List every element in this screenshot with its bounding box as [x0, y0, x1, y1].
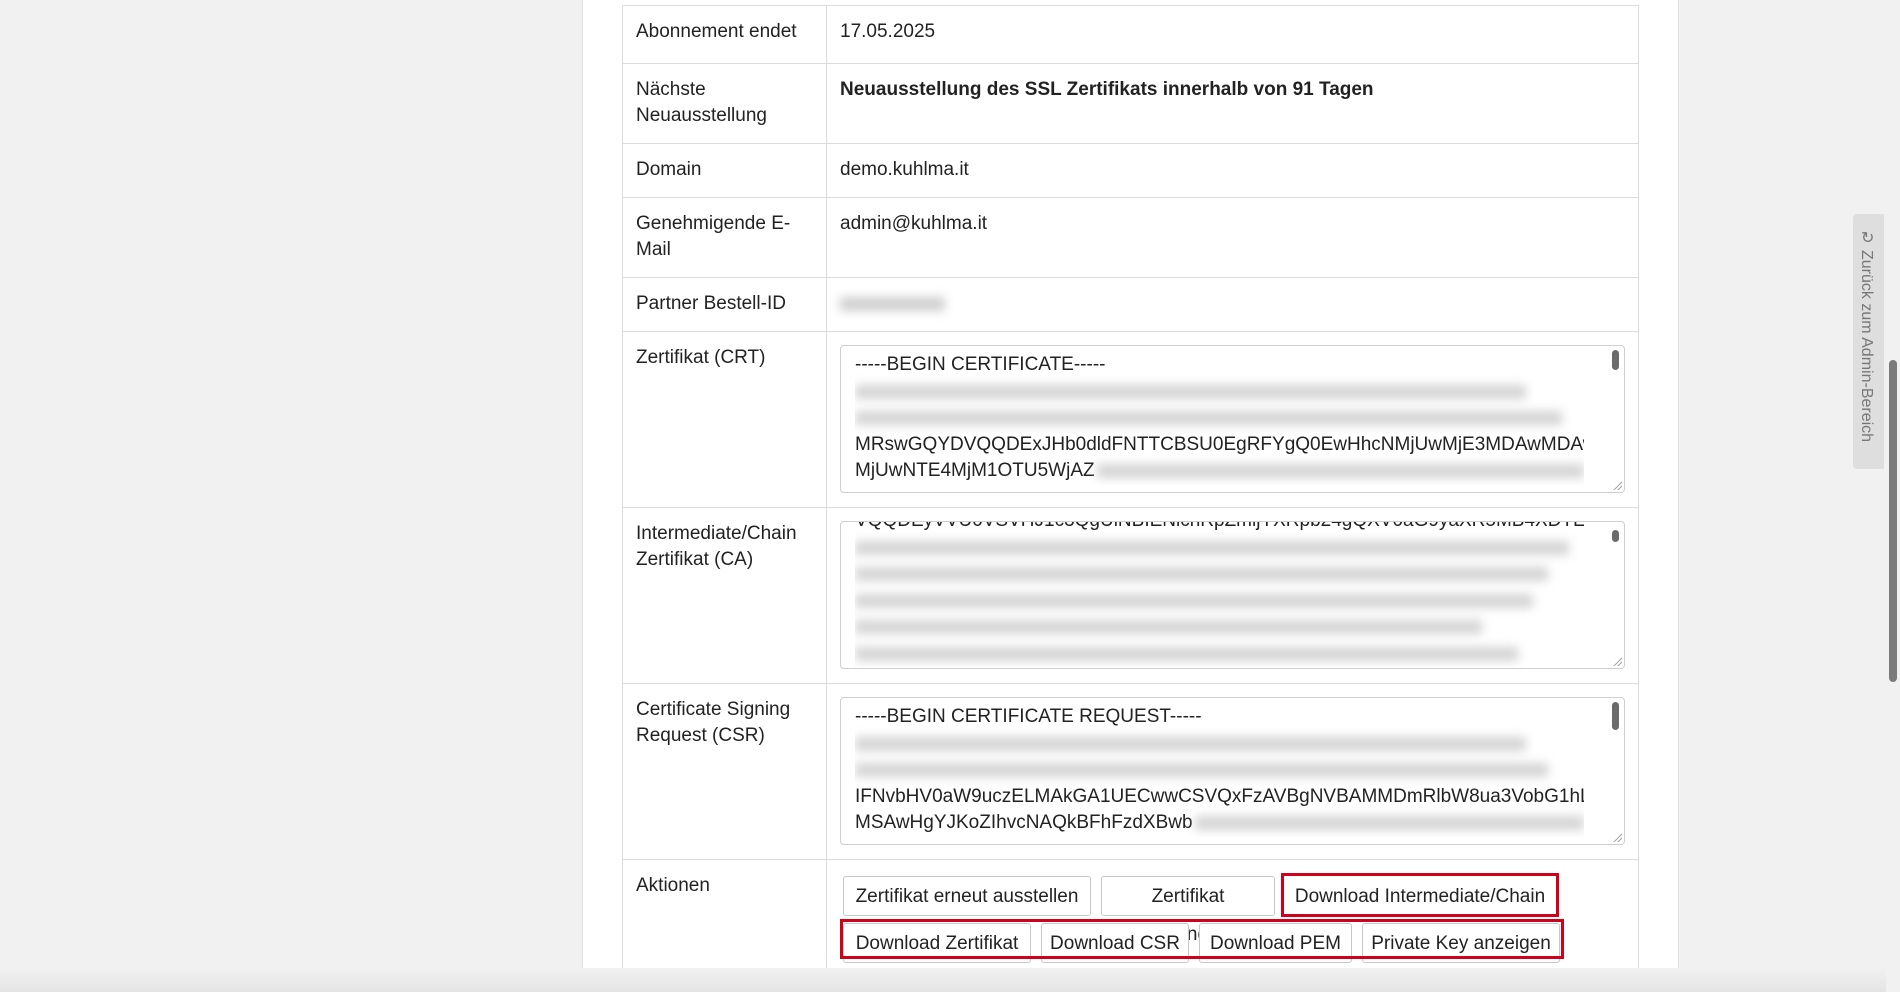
table-row: Partner Bestell-ID: [622, 277, 1639, 332]
page-scrollbar[interactable]: [1886, 0, 1900, 992]
actions-container: Zertifikat erneut ausstellen Zertifikat …: [827, 860, 1638, 978]
textarea-line: -----BEGIN CERTIFICATE REQUEST-----: [855, 706, 1202, 727]
back-to-admin-label: Zurück zum Admin-Bereich: [1858, 250, 1875, 443]
row-value: Neuausstellung des SSL Zertifikats inner…: [826, 63, 1639, 144]
back-to-admin-tab[interactable]: ↻ Zurück zum Admin-Bereich: [1853, 214, 1884, 469]
table-row: Intermediate/Chain Zertifikat (CA) VQQDE…: [622, 507, 1639, 684]
redacted-line: [855, 731, 1584, 758]
table-row: Genehmigende E-Mail admin@kuhlma.it: [622, 197, 1639, 278]
redacted-line: [855, 379, 1584, 406]
row-value: 17.05.2025: [826, 5, 1639, 64]
row-label: Partner Bestell-ID: [622, 277, 827, 332]
row-value: demo.kuhlma.it: [826, 143, 1639, 198]
row-label: Certificate Signing Request (CSR): [622, 683, 827, 860]
row-label: Domain: [622, 143, 827, 198]
row-label: Aktionen: [622, 859, 827, 980]
intermediate-textarea[interactable]: VQQDEyVVU0VSVHJ1c3QgUlNBIENlcnRpZmljYXRp…: [840, 521, 1625, 669]
row-label: Nächste Neuausstellung: [622, 63, 827, 144]
textarea-line: MjUwNTE4MjM1OTU5WjAZ: [855, 460, 1095, 481]
redacted-line: [1194, 816, 1584, 831]
send-certificate-button[interactable]: Zertifikat zusenden: [1101, 876, 1275, 945]
show-private-key-button[interactable]: Private Key anzeigen: [1362, 923, 1560, 963]
table-row: Aktionen Zertifikat erneut ausstellen Ze…: [622, 859, 1639, 980]
row-label: Zertifikat (CRT): [622, 331, 827, 508]
redacted-value: [840, 297, 945, 311]
details-table: Abonnement endet 17.05.2025 Nächste Neua…: [622, 5, 1639, 980]
textarea-scrollbar[interactable]: [1612, 350, 1619, 370]
row-label: Genehmigende E-Mail: [622, 197, 827, 278]
redacted-line: [855, 535, 1584, 562]
scrollbar-thumb[interactable]: [1889, 360, 1897, 682]
download-csr-button[interactable]: Download CSR: [1041, 923, 1189, 963]
bottom-shadow: [0, 968, 1886, 992]
textarea-line: MSAwHgYJKoZIhvcNAQkBFhFzdXBwb: [855, 812, 1193, 833]
textarea-scrollbar[interactable]: [1612, 530, 1619, 542]
order-details-panel: Abonnement endet 17.05.2025 Nächste Neua…: [582, 0, 1679, 992]
refresh-icon: ↻: [1861, 230, 1875, 247]
resize-handle-icon[interactable]: [1612, 656, 1622, 666]
download-chain-button[interactable]: Download Intermediate/Chain: [1285, 876, 1555, 916]
row-value: admin@kuhlma.it: [826, 197, 1639, 278]
table-row: Abonnement endet 17.05.2025: [622, 5, 1639, 64]
redacted-line: [855, 588, 1584, 615]
textarea-line: VQQDEyVVU0VSVHJ1c3QgUlNBIENlcnRpZmljYXRp…: [855, 522, 1584, 535]
csr-textarea[interactable]: -----BEGIN CERTIFICATE REQUEST----- IFNv…: [840, 697, 1625, 845]
download-pem-button[interactable]: Download PEM: [1199, 923, 1352, 963]
textarea-line: IFNvbHV0aW9uczELMAkGA1UECwwCSVQxFzAVBgNV…: [855, 785, 1584, 807]
row-label: Abonnement endet: [622, 5, 827, 64]
download-certificate-button[interactable]: Download Zertifikat: [843, 923, 1031, 963]
redacted-line: [855, 561, 1584, 588]
redacted-line: [855, 641, 1584, 668]
redacted-line: [855, 614, 1584, 641]
table-row: Certificate Signing Request (CSR) -----B…: [622, 683, 1639, 860]
table-row: Zertifikat (CRT) -----BEGIN CERTIFICATE-…: [622, 331, 1639, 508]
partner-order-id: [826, 277, 1639, 332]
textarea-line: -----BEGIN CERTIFICATE-----: [855, 354, 1106, 375]
redacted-line: [1096, 464, 1584, 479]
table-row: Domain demo.kuhlma.it: [622, 143, 1639, 198]
reissue-certificate-button[interactable]: Zertifikat erneut ausstellen: [843, 876, 1091, 916]
certificate-textarea[interactable]: -----BEGIN CERTIFICATE----- MRswGQYDVQQD…: [840, 345, 1625, 493]
row-label: Intermediate/Chain Zertifikat (CA): [622, 507, 827, 684]
textarea-line: MRswGQYDVQQDExJHb0dldFNTTCBSU0EgRFYgQ0Ew…: [855, 433, 1584, 455]
resize-handle-icon[interactable]: [1612, 480, 1622, 490]
resize-handle-icon[interactable]: [1612, 832, 1622, 842]
table-row: Nächste Neuausstellung Neuausstellung de…: [622, 63, 1639, 144]
redacted-line: [855, 405, 1584, 432]
redacted-line: [855, 757, 1584, 784]
textarea-scrollbar[interactable]: [1612, 702, 1619, 730]
